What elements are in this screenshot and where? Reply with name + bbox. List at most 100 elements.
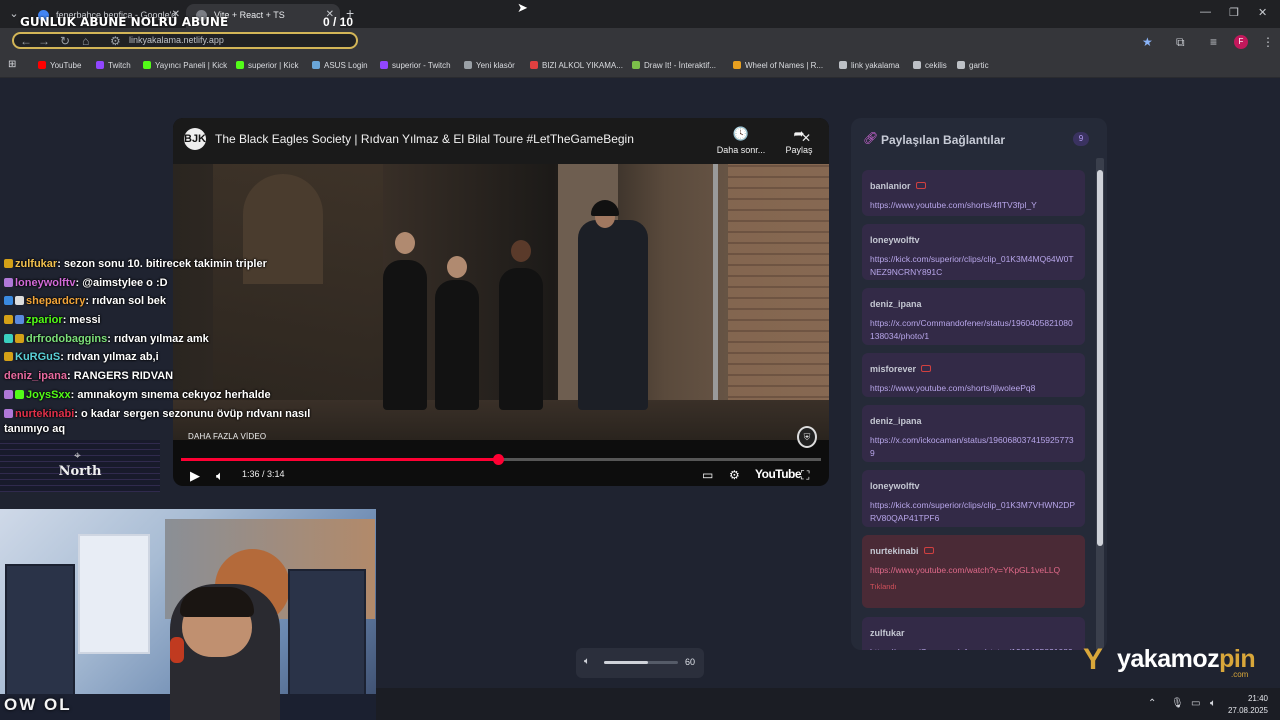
bookmark-label: Twitch bbox=[108, 61, 131, 70]
link-username-text: zulfukar bbox=[870, 628, 905, 638]
shared-link-card[interactable]: loneywolftv https://kick.com/superior/cli… bbox=[862, 224, 1085, 280]
chat-badge-icon bbox=[15, 334, 24, 343]
fullscreen-icon[interactable]: ⛶ bbox=[801, 468, 809, 483]
chat-text: rıdvan yılmaz amk bbox=[114, 333, 209, 345]
bookmark-item[interactable]: Draw It! - İnteraktif... bbox=[632, 61, 716, 70]
chat-username: deniz_ipana bbox=[4, 370, 67, 382]
link-url[interactable]: https://kick.com/superior/clips/clip_01K… bbox=[870, 499, 1077, 525]
link-username-text: loneywolftv bbox=[870, 481, 920, 491]
chat-separator: : bbox=[66, 370, 74, 382]
link-username: deniz_ipana bbox=[870, 416, 1077, 426]
panel-scrollbar[interactable] bbox=[1096, 158, 1104, 650]
system-clock[interactable]: 21:40 27.08.2025 bbox=[1228, 693, 1268, 717]
media-controls-icon[interactable]: ≡ bbox=[1210, 35, 1217, 49]
tray-expand-icon[interactable]: ⌃ bbox=[1148, 698, 1156, 709]
brand-name-a: yakamoz bbox=[1117, 645, 1220, 673]
link-username: nurtekinabi bbox=[870, 546, 1077, 556]
forward-icon[interactable]: → bbox=[38, 34, 50, 48]
link-url[interactable]: https://x.com/Commandofener/status/19604… bbox=[870, 317, 1077, 343]
settings-icon[interactable]: ⚙ bbox=[729, 468, 740, 482]
minimize-icon[interactable]: — bbox=[1200, 6, 1211, 18]
site-info-icon[interactable]: ⚙ bbox=[110, 34, 121, 48]
watch-later-button[interactable]: 🕓 Daha sonr... bbox=[711, 126, 771, 155]
chat-text: tanımıyo aq bbox=[4, 423, 66, 435]
video-title[interactable]: The Black Eagles Society | Rıdvan Yılmaz… bbox=[215, 132, 634, 146]
bookmark-item[interactable]: gartic bbox=[957, 61, 989, 70]
bookmark-item[interactable]: Yeni klasör bbox=[464, 61, 515, 70]
scene-head bbox=[511, 240, 531, 262]
close-icon[interactable]: ✕ bbox=[801, 131, 811, 145]
link-username: loneywolftv bbox=[870, 481, 1077, 491]
channel-logo[interactable]: BJK bbox=[184, 128, 206, 150]
close-window-icon[interactable]: ✕ bbox=[1258, 6, 1267, 19]
bookmark-item[interactable]: superior - Twitch bbox=[380, 61, 451, 70]
home-icon[interactable]: ⌂ bbox=[82, 34, 89, 48]
youtube-logo[interactable]: YouTube bbox=[755, 467, 802, 481]
link-url[interactable]: https://www.youtube.com/shorts/4fITV3fpl… bbox=[870, 199, 1077, 212]
volume-icon[interactable]: 🔈︎ bbox=[216, 468, 224, 484]
shared-links-panel: 🔗︎ Paylaşılan Bağlantılar 9 banlanior htt… bbox=[851, 118, 1107, 650]
bookmark-item[interactable]: link yakalama bbox=[839, 61, 899, 70]
volume-control[interactable]: 🔈︎ 60 bbox=[576, 648, 704, 678]
share-button[interactable]: ➦ Paylaş bbox=[769, 126, 829, 155]
shared-link-card[interactable]: loneywolftv https://kick.com/superior/cli… bbox=[862, 470, 1085, 527]
volume-slider[interactable] bbox=[604, 661, 678, 664]
profile-avatar[interactable]: F bbox=[1234, 35, 1248, 49]
bookmark-label: link yakalama bbox=[851, 61, 900, 70]
shared-link-card[interactable]: banlanior https://www.youtube.com/shorts/… bbox=[862, 170, 1085, 216]
shared-link-card[interactable]: deniz_ipana https://x.com/Commandofener/s… bbox=[862, 288, 1085, 345]
bookmark-item[interactable]: Yayıncı Paneli | Kick bbox=[143, 61, 227, 70]
play-icon[interactable]: ▶ bbox=[190, 468, 200, 484]
captions-icon[interactable]: ▭ bbox=[702, 468, 713, 482]
more-videos-label[interactable]: DAHA FAZLA VİDEO bbox=[188, 432, 266, 441]
link-url[interactable]: https://www.youtube.com/shorts/ljlwoleeP… bbox=[870, 382, 1077, 395]
north-overlay: ⌖ North bbox=[0, 440, 160, 492]
link-url[interactable]: https://x.com/Commandofener/status/19604… bbox=[870, 646, 1077, 650]
speaker-icon[interactable]: 🔈︎ bbox=[584, 656, 590, 667]
back-icon[interactable]: ← bbox=[20, 34, 32, 48]
subscriber-goal-title: GUNLUK ABUNE NOLRU ABUNE bbox=[20, 15, 229, 29]
link-url[interactable]: https://x.com/ickocaman/status/196068037… bbox=[870, 434, 1077, 460]
bookmark-item[interactable]: Twitch bbox=[96, 61, 131, 70]
link-username: loneywolftv bbox=[870, 235, 1077, 245]
bookmark-star-icon[interactable]: ★ bbox=[1142, 35, 1153, 49]
bookmark-label: superior | Kick bbox=[248, 61, 299, 70]
video-frame[interactable] bbox=[173, 164, 829, 440]
microphone-icon[interactable]: 🎙︎ bbox=[1171, 698, 1184, 709]
reload-icon[interactable]: ↻ bbox=[60, 34, 70, 48]
link-icon: 🔗︎ bbox=[863, 131, 879, 145]
link-url[interactable]: https://www.youtube.com/watch?v=YKpGL1ve… bbox=[870, 564, 1077, 577]
shared-link-card[interactable]: nurtekinabi https://www.youtube.com/watch… bbox=[862, 535, 1085, 608]
bookmark-item[interactable]: superior | Kick bbox=[236, 61, 299, 70]
extensions-icon[interactable]: ⧉ bbox=[1176, 35, 1185, 50]
chat-separator: : bbox=[57, 258, 64, 270]
shared-link-card[interactable]: zulfukar https://x.com/Commandofener/stat… bbox=[862, 617, 1085, 650]
speaker-tray-icon[interactable]: 🔈︎ bbox=[1210, 698, 1216, 709]
display-icon[interactable]: ▭ bbox=[1191, 698, 1200, 709]
bookmark-item[interactable]: YouTube bbox=[38, 61, 81, 70]
scene-head bbox=[447, 256, 467, 278]
mouse-cursor-icon: ➤ bbox=[517, 0, 528, 15]
bookmark-item[interactable]: ASUS Login bbox=[312, 61, 368, 70]
bookmark-favicon-icon bbox=[530, 61, 538, 69]
address-bar[interactable]: ← → ↻ ⌂ ⚙ linkyakalama.netlify.app bbox=[12, 32, 358, 49]
watch-later-label: Daha sonr... bbox=[716, 145, 766, 155]
chat-username: zparior bbox=[26, 314, 63, 326]
progress-bar[interactable] bbox=[181, 454, 821, 465]
bookmark-item[interactable]: Wheel of Names | R... bbox=[733, 61, 823, 70]
restore-icon[interactable]: ❐ bbox=[1229, 6, 1239, 19]
chat-badge-icon bbox=[4, 352, 13, 361]
shared-link-card[interactable]: misforever https://www.youtube.com/shorts… bbox=[862, 353, 1085, 397]
link-url[interactable]: https://kick.com/superior/clips/clip_01K… bbox=[870, 253, 1077, 279]
bookmark-item[interactable]: cekilis bbox=[913, 61, 947, 70]
apps-grid-icon[interactable]: ⊞ bbox=[8, 59, 16, 70]
progress-handle[interactable] bbox=[492, 454, 504, 465]
chat-message: nurtekinabi: o kadar sergen sezonunu övü… bbox=[4, 408, 310, 420]
scrollbar-thumb[interactable] bbox=[1097, 170, 1103, 546]
menu-icon[interactable]: ⋮ bbox=[1262, 35, 1274, 49]
channel-watermark[interactable]: ⛨ bbox=[797, 426, 817, 448]
shared-link-card[interactable]: deniz_ipana https://x.com/ickocaman/statu… bbox=[862, 405, 1085, 462]
youtube-embed-player[interactable]: BJK The Black Eagles Society | Rıdvan Yı… bbox=[173, 118, 829, 486]
player-header: BJK The Black Eagles Society | Rıdvan Yı… bbox=[173, 118, 829, 164]
bookmark-item[interactable]: BIZI ALKOL YIKAMA... bbox=[530, 61, 623, 70]
